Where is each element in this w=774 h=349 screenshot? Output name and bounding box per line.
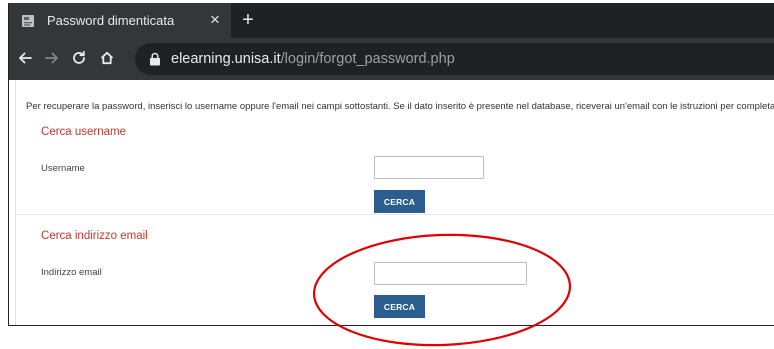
url-host: elearning.unisa.it — [171, 51, 281, 67]
url-path: /login/forgot_password.php — [280, 51, 455, 67]
email-section-title: Cerca indirizzo email — [41, 230, 148, 242]
new-tab-icon[interactable]: + — [237, 9, 259, 31]
close-icon[interactable]: × — [206, 11, 224, 29]
tab-password-dimenticata[interactable]: Password dimenticata × — [9, 3, 231, 38]
section-divider — [16, 214, 774, 215]
email-input[interactable] — [374, 262, 527, 285]
search-username-button[interactable]: CERCA — [374, 190, 425, 213]
tab-title: Password dimenticata — [47, 13, 175, 28]
search-email-button[interactable]: CERCA — [374, 295, 425, 318]
tab-strip: Password dimenticata × + — [9, 3, 774, 38]
lock-icon[interactable] — [149, 52, 161, 66]
browser-window: Password dimenticata × + elearning.unisa… — [8, 3, 774, 326]
username-section-title: Cerca username — [41, 126, 127, 138]
intro-text: Per recuperare la password, inserisci lo… — [26, 101, 774, 112]
arrow-right-icon[interactable] — [42, 48, 62, 68]
url-text: elearning.unisa.it/login/forgot_password… — [171, 51, 455, 67]
username-label: Username — [41, 163, 85, 174]
username-input[interactable] — [374, 156, 484, 179]
reload-icon[interactable] — [69, 48, 89, 68]
arrow-left-icon[interactable] — [15, 48, 35, 68]
forgot-password-form: Per recuperare la password, inserisci lo… — [15, 80, 774, 325]
page-content: Per recuperare la password, inserisci lo… — [9, 80, 774, 325]
email-label: Indirizzo email — [41, 267, 102, 278]
document-icon — [21, 14, 35, 28]
address-bar[interactable]: elearning.unisa.it/login/forgot_password… — [135, 43, 774, 75]
browser-toolbar: elearning.unisa.it/login/forgot_password… — [9, 38, 774, 80]
home-icon[interactable] — [97, 48, 117, 68]
